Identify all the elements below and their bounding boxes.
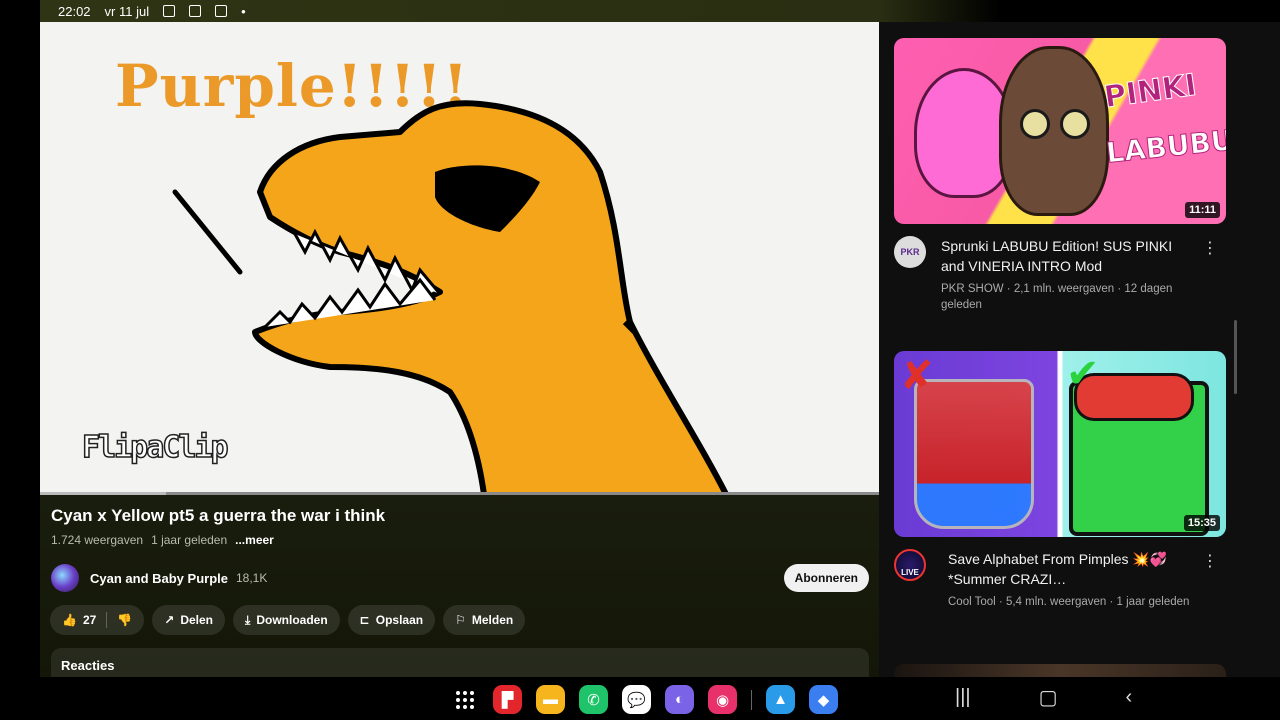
notification-icon — [163, 5, 176, 17]
video-player[interactable]: Purple!!!!! FlipaClip — [40, 22, 879, 494]
scrollbar[interactable] — [1234, 320, 1237, 394]
comments-header: Reacties — [61, 658, 115, 673]
flipboard-icon[interactable]: ▛ — [493, 685, 522, 714]
duration-badge: 15:35 — [1183, 515, 1220, 531]
status-date: vr 11 jul — [104, 3, 150, 19]
save-button[interactable]: ⊏ Opslaan — [347, 605, 436, 635]
video-meta: PKR SHOW · 2,1 mln. weergaven · 12 dagen… — [941, 283, 1173, 311]
app-dock: ▛ ▬ ✆ 💬 ◐ ◉ ▲ ◆ — [450, 685, 838, 714]
video-title[interactable]: Sprunki LABUBU Edition! SUS PINKI and VI… — [941, 236, 1186, 276]
report-label: Melden — [471, 613, 514, 627]
internet-icon[interactable]: ◐ — [665, 685, 694, 714]
roblox-icon[interactable]: ◆ — [809, 685, 838, 714]
thumbnail-blender — [914, 379, 1034, 529]
like-count[interactable]: 27 — [83, 613, 96, 627]
recent-apps-icon[interactable]: ||| — [955, 686, 971, 709]
video-meta[interactable]: 1.724 weergaven 1 jaar geleden ...meer — [51, 533, 274, 547]
action-bar: 👍 27 👎 ↗ Delen ⤓ Downloaden ⊏ Opslaan ⚐ … — [50, 605, 526, 635]
video-thumbnail[interactable]: PINKI LABUBU 11:11 — [894, 38, 1226, 224]
thumbnail-eye — [1060, 109, 1090, 139]
video-thumbnail[interactable] — [894, 664, 1226, 677]
video-info: LIVE Save Alphabet From Pimples 💥💞 *Summ… — [894, 549, 1226, 610]
recommended-video-card[interactable]: ✘ ✔ 15:35 LIVE Save Alphabet From Pimple… — [894, 351, 1226, 610]
like-divider — [106, 612, 108, 628]
dock-divider — [751, 689, 752, 710]
thumbs-up-icon[interactable]: 👍 — [62, 614, 77, 626]
more-options-icon[interactable]: ⋮ — [1202, 551, 1218, 571]
video-progress-bar[interactable] — [40, 492, 879, 495]
download-icon: ⤓ — [245, 613, 251, 627]
video-title[interactable]: Save Alphabet From Pimples 💥💞 *Summer CR… — [948, 549, 1193, 589]
watch-pane: Purple!!!!! FlipaClip Cyan x Yellow pt5 … — [40, 22, 879, 677]
duration-badge: 11:11 — [1185, 202, 1220, 218]
channel-avatar[interactable]: LIVE — [894, 549, 926, 581]
upload-age: 1 jaar geleden — [151, 533, 228, 547]
cross-icon: ✘ — [900, 354, 934, 398]
channel-row: Cyan and Baby Purple 18,1K Abonneren — [51, 563, 869, 593]
share-button[interactable]: ↗ Delen — [152, 605, 226, 635]
share-icon: ↗ — [164, 613, 175, 627]
navigation-bar: ▛ ▬ ✆ 💬 ◐ ◉ ▲ ◆ ||| ▢ ‹ — [40, 677, 1240, 720]
status-bar: 22:02 vr 11 jul • 🔕 ≋ ▮ 5% — [40, 0, 1280, 677]
channel-avatar[interactable] — [51, 564, 79, 592]
thumbnail-eye — [1020, 109, 1050, 139]
dot-icon: • — [241, 3, 246, 19]
back-icon[interactable]: ‹ — [1126, 686, 1133, 709]
view-count: 1.724 weergaven — [51, 533, 144, 547]
like-dislike-chip: 👍 27 👎 — [50, 605, 145, 635]
more-options-icon[interactable]: ⋮ — [1202, 238, 1218, 258]
left-letterbox — [0, 0, 40, 720]
app-store-icon[interactable]: ▲ — [766, 685, 795, 714]
flipaclip-watermark: FlipaClip — [81, 429, 229, 466]
share-label: Delen — [180, 613, 214, 627]
system-navigation: ||| ▢ ‹ — [955, 685, 1132, 710]
report-button[interactable]: ⚐ Melden — [443, 605, 526, 635]
thumbnail-text: PINKI — [1102, 67, 1200, 116]
thumbnail-text: LABUBU — [1104, 123, 1226, 170]
video-meta: Cool Tool · 5,4 mln. weergaven · 1 jaar … — [948, 596, 1190, 608]
comments-panel[interactable]: Reacties — [51, 648, 869, 677]
screen-capture-icon — [215, 5, 228, 17]
thumbs-down-icon[interactable]: 👎 — [117, 614, 132, 626]
thumbnail-character — [999, 46, 1109, 216]
recommendations-pane: PINKI LABUBU 11:11 PKR Sprunki LABUBU Ed… — [879, 22, 1240, 677]
check-icon: ✔ — [1066, 352, 1100, 396]
files-icon[interactable]: ▬ — [536, 685, 565, 714]
save-label: Opslaan — [375, 613, 424, 627]
video-title: Cyan x Yellow pt5 a guerra the war i thi… — [51, 506, 386, 525]
channel-name[interactable]: Cyan and Baby Purple — [90, 571, 228, 586]
subscriber-count: 18,1K — [235, 571, 268, 585]
video-info: PKR Sprunki LABUBU Edition! SUS PINKI an… — [894, 236, 1226, 313]
flag-icon: ⚐ — [455, 613, 466, 627]
download-label: Downloaden — [256, 613, 328, 627]
more-link[interactable]: ...meer — [235, 533, 274, 547]
subscribe-button[interactable]: Abonneren — [783, 564, 869, 592]
app-grid-icon[interactable] — [450, 685, 479, 714]
channel-avatar[interactable]: PKR — [894, 236, 926, 268]
home-icon[interactable]: ▢ — [1039, 685, 1058, 710]
dinosaur-drawing — [172, 100, 730, 494]
screenshot-icon — [189, 5, 202, 17]
video-progress-fill — [40, 492, 166, 495]
messages-icon[interactable]: 💬 — [622, 685, 651, 714]
recommended-video-card[interactable]: PINKI LABUBU 11:11 PKR Sprunki LABUBU Ed… — [894, 38, 1226, 313]
download-button[interactable]: ⤓ Downloaden — [233, 605, 340, 635]
status-time: 22:02 — [58, 3, 91, 19]
phone-icon[interactable]: ✆ — [579, 685, 608, 714]
screen-recorder-icon[interactable]: ◉ — [708, 685, 737, 714]
video-thumbnail[interactable]: ✘ ✔ 15:35 — [894, 351, 1226, 537]
bookmark-icon: ⊏ — [359, 613, 370, 627]
